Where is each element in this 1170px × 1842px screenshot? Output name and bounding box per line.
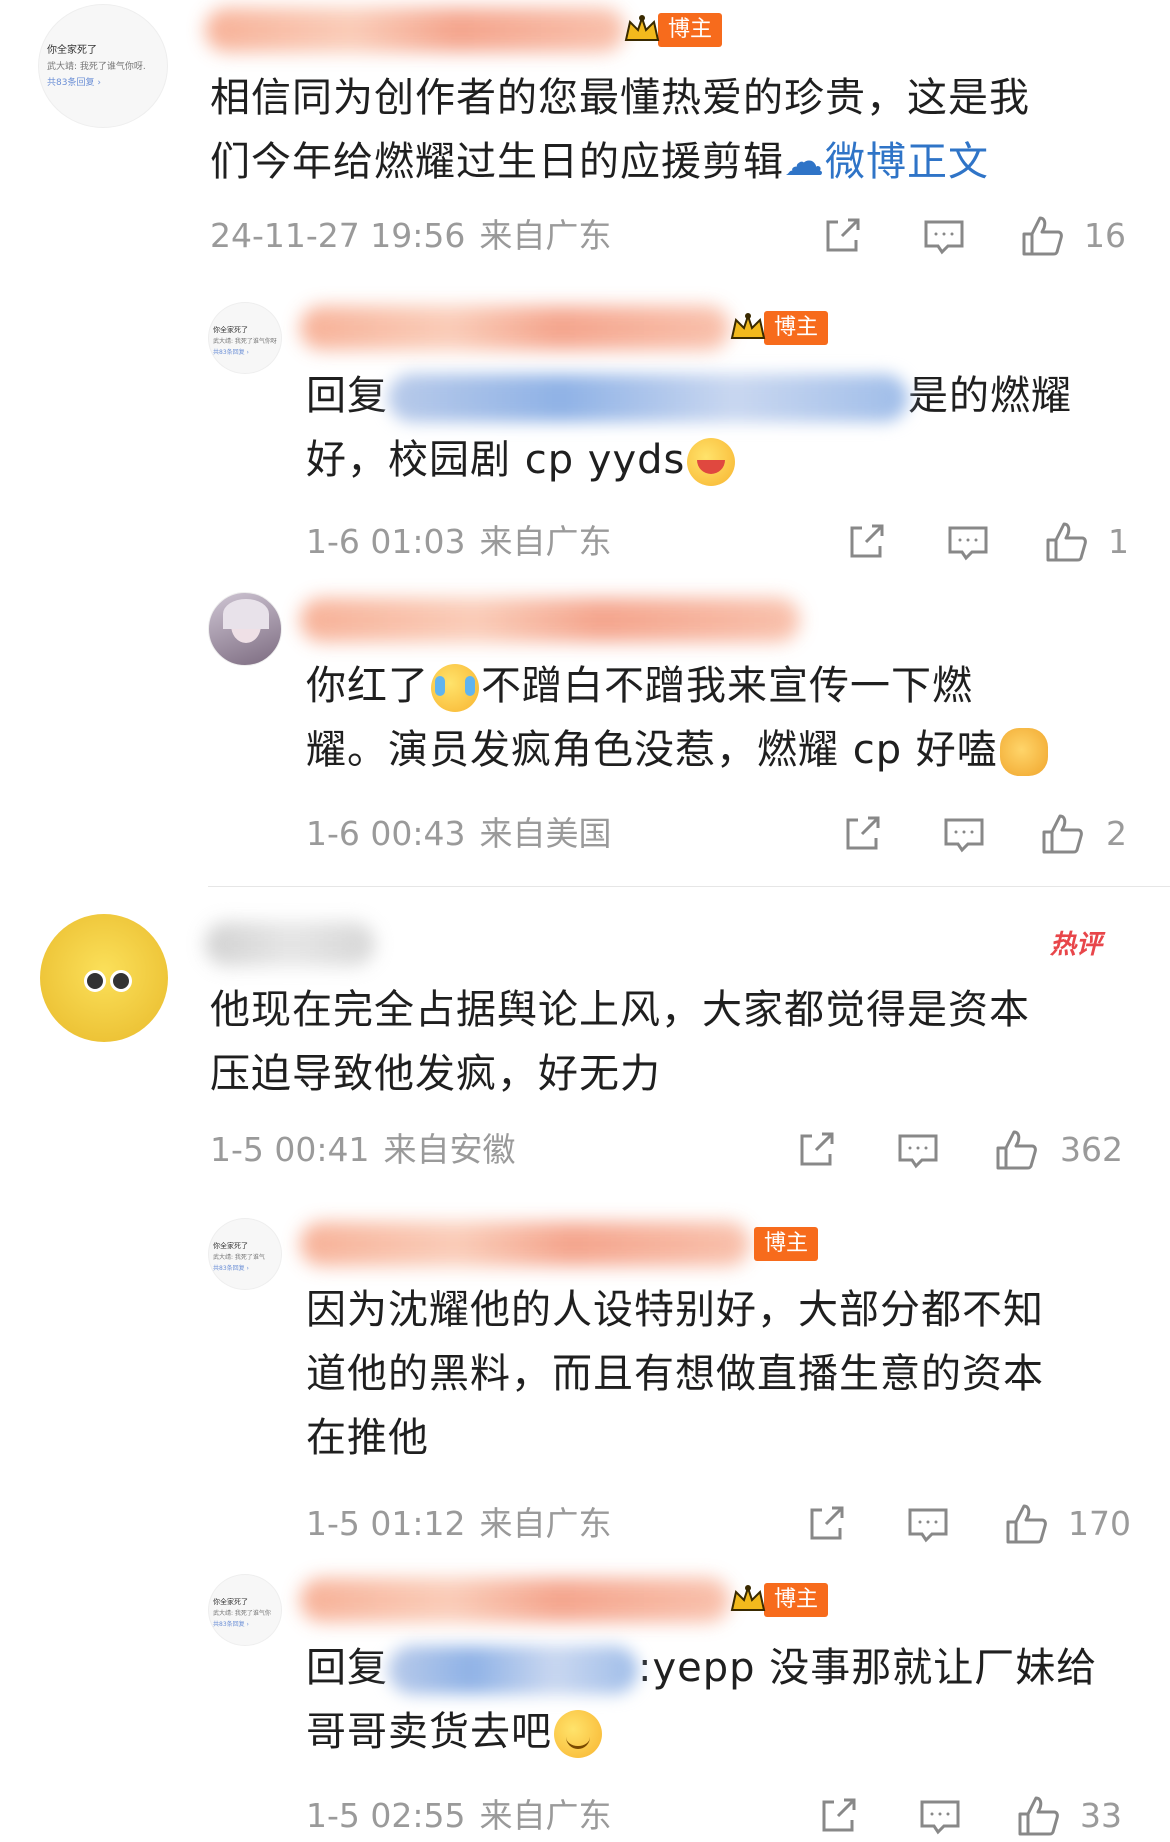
comment-icon[interactable]	[918, 1794, 962, 1838]
comment-text: 回复 是的燃耀 好，校园剧 cp yyds	[306, 364, 1146, 492]
share-icon[interactable]	[816, 1794, 860, 1838]
hug-emoji-icon	[687, 438, 736, 486]
like-icon[interactable]	[1016, 1794, 1060, 1838]
crown-icon	[728, 1582, 768, 1618]
mention-blurred[interactable]	[388, 1646, 638, 1694]
blogger-badge: 博主	[728, 1582, 829, 1618]
comment-actions: 1	[844, 520, 1144, 564]
comment-location: 来自美国	[479, 814, 612, 853]
smile-emoji-icon	[554, 1710, 602, 1758]
crown-icon	[748, 1226, 758, 1262]
avatar[interactable]: 你全家死了 武大靖: 我死了谁气你 共83条回复 ›	[208, 1574, 282, 1646]
comment-date: 1-5 01:12	[306, 1504, 466, 1543]
comment-meta: 1-5 01:12 来自广东	[306, 1504, 612, 1544]
comment-actions: 33	[816, 1794, 1146, 1838]
comment-meta: 1-5 02:55 来自广东	[306, 1796, 612, 1836]
avatar[interactable]: 你全家死了 武大靖: 我死了谁气你呀 共83条回复 ›	[208, 302, 282, 374]
avatar-thumbnail-text: 你全家死了 武大靖: 我死了谁气 共83条回复 ›	[213, 1242, 265, 1272]
comment-location: 来自广东	[479, 1504, 612, 1543]
comment-actions: 2	[840, 812, 1140, 856]
avatar-hair	[223, 599, 269, 629]
comment-text: 相信同为创作者的您最懂热爱的珍贵，这是我 们今年给燃耀过生日的应援剪辑☁微博正文	[210, 75, 1030, 185]
username-blurred[interactable]	[205, 922, 375, 966]
comment-actions: 362	[794, 1128, 1134, 1172]
comment-date: 1-6 01:03	[306, 522, 466, 561]
comment-meta: 1-6 01:03 来自广东	[306, 522, 612, 562]
like-count: 1	[1108, 522, 1129, 561]
comment-date: 1-5 02:55	[306, 1796, 466, 1835]
share-icon[interactable]	[794, 1128, 838, 1172]
like-count: 362	[1060, 1130, 1123, 1169]
username-blurred[interactable]	[300, 1222, 750, 1266]
comment-icon[interactable]	[896, 1128, 940, 1172]
avatar[interactable]	[208, 592, 282, 666]
comment-location: 来自安徽	[383, 1130, 516, 1169]
avatar[interactable]: 你全家死了 武大靖: 我死了谁气 共83条回复 ›	[208, 1218, 282, 1290]
comment-date: 1-6 00:43	[306, 814, 466, 853]
crying-laugh-emoji-icon	[431, 664, 479, 712]
ok-hand-emoji-icon	[999, 728, 1048, 776]
like-icon[interactable]	[1020, 214, 1064, 258]
crown-icon	[728, 310, 768, 346]
binocular-graphic	[84, 970, 132, 994]
link-icon: ☁	[784, 139, 825, 185]
like-icon[interactable]	[994, 1128, 1038, 1172]
avatar[interactable]: 你全家死了 武大靖: 我死了谁气你呀. 共83条回复 ›	[38, 4, 168, 128]
share-icon[interactable]	[804, 1502, 848, 1546]
comment-text: 回复:yepp 没事那就让厂妹给 哥哥卖货去吧	[306, 1636, 1156, 1764]
share-icon[interactable]	[840, 812, 884, 856]
like-icon[interactable]	[1040, 812, 1084, 856]
like-icon[interactable]	[1044, 520, 1088, 564]
comment-meta: 24-11-27 19:56 来自广东	[210, 216, 611, 256]
comment-meta: 1-6 00:43 来自美国	[306, 814, 612, 854]
comment-location: 来自广东	[479, 522, 612, 561]
comment-date: 1-5 00:41	[210, 1130, 370, 1169]
comment-actions: 16	[820, 214, 1130, 258]
comment-icon[interactable]	[942, 812, 986, 856]
like-count: 170	[1068, 1504, 1131, 1543]
comment-location: 来自广东	[479, 216, 612, 255]
like-count: 16	[1084, 216, 1126, 255]
like-icon[interactable]	[1004, 1502, 1048, 1546]
weibo-post-link[interactable]: ☁微博正文	[784, 139, 989, 185]
avatar-thumbnail-text: 你全家死了 武大靖: 我死了谁气你呀 共83条回复 ›	[213, 326, 277, 356]
blogger-badge: 博主	[748, 1226, 819, 1262]
avatar[interactable]	[40, 914, 168, 1042]
comment-actions: 170	[804, 1502, 1144, 1546]
crown-icon	[622, 12, 662, 48]
comment-icon[interactable]	[922, 214, 966, 258]
like-count: 33	[1080, 1796, 1122, 1835]
username-blurred[interactable]	[300, 306, 730, 350]
avatar-thumbnail-text: 你全家死了 武大靖: 我死了谁气你呀. 共83条回复 ›	[47, 45, 146, 88]
comment-text: 你红了 不蹭白不蹭我来宣传一下燃 耀。演员发疯角色没惹，燃耀 cp 好嗑	[306, 654, 1146, 782]
mention-blurred[interactable]	[388, 374, 908, 422]
hot-comment-badge: 热评	[1050, 930, 1103, 960]
comment-icon[interactable]	[906, 1502, 950, 1546]
comment-text: 因为沈耀他的人设特别好，大部分都不知 道他的黑料，而且有想做直播生意的资本 在推…	[306, 1287, 1044, 1461]
blogger-badge: 博主	[622, 12, 723, 48]
comment-meta: 1-5 00:41 来自安徽	[210, 1130, 516, 1170]
comment-text: 他现在完全占据舆论上风，大家都觉得是资本 压迫导致他发疯，好无力	[210, 987, 1030, 1097]
like-count: 2	[1106, 814, 1127, 853]
username-blurred[interactable]	[300, 1578, 730, 1622]
comment-date: 24-11-27 19:56	[210, 216, 466, 255]
blogger-badge: 博主	[728, 310, 829, 346]
username-blurred[interactable]	[300, 598, 800, 642]
comment-icon[interactable]	[946, 520, 990, 564]
comment-location: 来自广东	[479, 1796, 612, 1835]
divider	[208, 886, 1170, 887]
share-icon[interactable]	[844, 520, 888, 564]
share-icon[interactable]	[820, 214, 864, 258]
avatar-thumbnail-text: 你全家死了 武大靖: 我死了谁气你 共83条回复 ›	[213, 1598, 271, 1628]
username-blurred[interactable]	[205, 8, 625, 52]
